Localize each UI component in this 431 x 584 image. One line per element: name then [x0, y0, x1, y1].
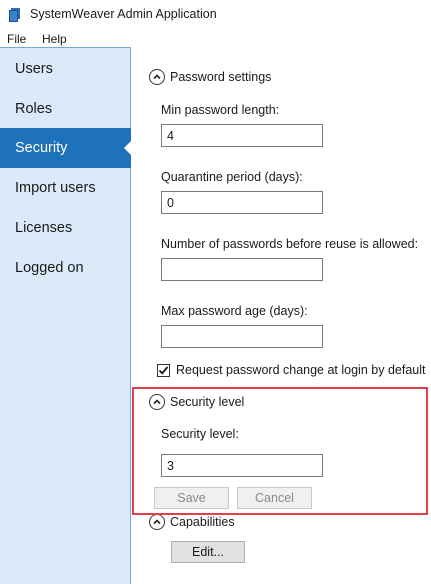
highlight-box: [132, 387, 428, 515]
password-reuse-label: Number of passwords before reuse is allo…: [161, 237, 419, 251]
quarantine-period-label: Quarantine period (days):: [161, 170, 303, 184]
request-password-change-checkbox[interactable]: [157, 363, 170, 377]
quarantine-period-input[interactable]: [161, 191, 323, 214]
menu-bar: File Help: [0, 31, 431, 47]
sidebar-item-label: Logged on: [15, 260, 84, 276]
min-password-length-input[interactable]: [161, 124, 323, 147]
title-bar: SystemWeaver Admin Application: [0, 0, 431, 30]
chevron-up-icon[interactable]: [149, 514, 165, 530]
capabilities-header[interactable]: Capabilities: [149, 514, 235, 530]
request-password-change-label: Request password change at login by defa…: [176, 363, 426, 377]
checkmark-icon: [158, 365, 169, 375]
sidebar-item-import-users[interactable]: Import users: [0, 168, 130, 208]
section-title: Capabilities: [170, 515, 235, 529]
password-settings-header[interactable]: Password settings: [149, 69, 271, 85]
sidebar-item-licenses[interactable]: Licenses: [0, 208, 130, 248]
sidebar-item-label: Security: [15, 140, 68, 156]
max-password-age-label: Max password age (days):: [161, 304, 308, 318]
sidebar-item-roles[interactable]: Roles: [0, 89, 130, 129]
sidebar-item-logged-on[interactable]: Logged on: [0, 248, 130, 288]
sidebar-item-label: Roles: [15, 101, 53, 117]
min-password-length-label: Min password length:: [161, 103, 280, 117]
menu-help[interactable]: Help: [42, 32, 67, 46]
edit-capabilities-button[interactable]: Edit...: [171, 541, 245, 563]
sidebar-item-label: Licenses: [15, 220, 73, 236]
password-reuse-input[interactable]: [161, 258, 323, 281]
window-title: SystemWeaver Admin Application: [30, 7, 217, 21]
sidebar: Users Roles Security Import users Licens…: [0, 47, 132, 584]
menu-file[interactable]: File: [7, 32, 26, 46]
sidebar-item-users[interactable]: Users: [0, 49, 130, 89]
app-book-icon: [9, 8, 20, 22]
sidebar-item-label: Import users: [15, 180, 96, 196]
sidebar-item-label: Users: [15, 61, 53, 77]
request-password-change-row[interactable]: Request password change at login by defa…: [157, 363, 425, 377]
max-password-age-input[interactable]: [161, 325, 323, 348]
sidebar-item-security[interactable]: Security: [0, 128, 132, 168]
section-title: Password settings: [170, 70, 272, 84]
chevron-up-icon[interactable]: [149, 69, 165, 85]
